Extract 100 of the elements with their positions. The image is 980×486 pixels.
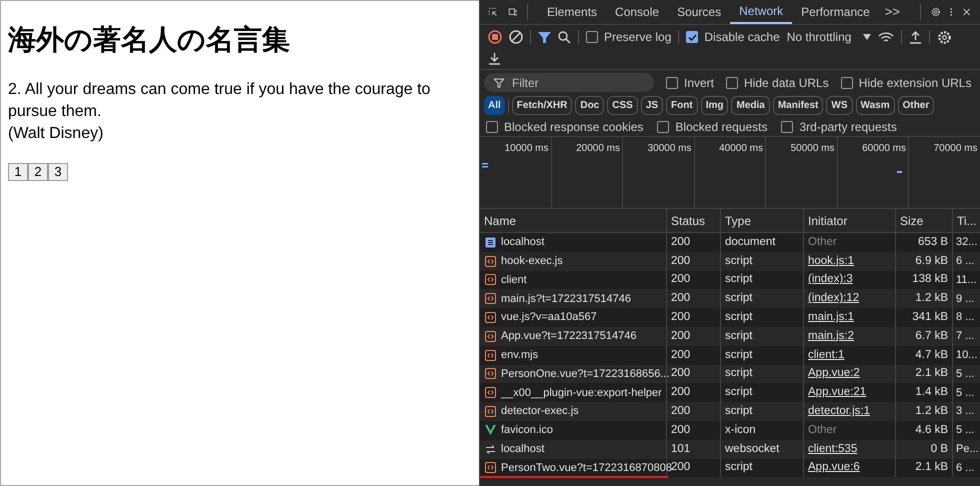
size-cell-text: 653 B (918, 234, 948, 250)
type-filter-chip[interactable]: CSS (607, 96, 638, 115)
type-filter-chip[interactable]: Manifest (772, 96, 824, 115)
column-header[interactable]: Initiator (808, 212, 848, 230)
page-button[interactable]: 3 (48, 163, 68, 181)
initiator-link[interactable]: detector.js:1 (808, 402, 870, 420)
time-cell-text: 6 ... (956, 254, 974, 269)
devtools-tab[interactable]: Elements (538, 0, 606, 24)
initiator-link[interactable]: (index):12 (808, 290, 860, 308)
initiator-link[interactable]: (index):3 (808, 271, 853, 289)
filter-field[interactable]: Filter (484, 73, 654, 92)
size-cell-text: 6.9 kB (915, 254, 948, 269)
checkbox[interactable] (666, 76, 678, 88)
filter-icon[interactable] (538, 30, 551, 44)
type-cell-text: script (725, 272, 752, 288)
time-cell-text: 3 ... (956, 404, 974, 420)
devtools-tab[interactable]: Console (606, 0, 668, 24)
type-filter-chip[interactable]: Doc (575, 96, 604, 115)
size-cell-text: 138 kB (912, 272, 948, 288)
page-button[interactable]: 1 (8, 163, 28, 181)
size-cell-text: 1.2 kB (915, 404, 948, 419)
time-cell-text: 6 ... (956, 460, 974, 476)
more-options-icon[interactable] (950, 5, 953, 19)
initiator-link[interactable]: main.js:2 (808, 328, 854, 345)
status-cell-text: 200 (671, 366, 690, 382)
type-filter-chip[interactable]: JS (640, 96, 664, 115)
status-cell-text: 200 (671, 422, 690, 438)
more-tabs-button[interactable]: >> (884, 2, 900, 22)
throttling-dropdown[interactable]: No throttling (786, 28, 872, 46)
type-filter-chip[interactable]: Media (731, 96, 770, 115)
type-filter-chip[interactable]: Fetch/XHR (512, 96, 572, 115)
request-name[interactable]: App.vue?t=1722317514746 (501, 328, 636, 345)
request-name[interactable]: client (501, 272, 527, 288)
clear-icon[interactable] (509, 30, 523, 44)
type-filter-chip[interactable]: Img (700, 96, 728, 115)
request-name[interactable]: favicon.ico (501, 422, 553, 439)
type-filter-chip[interactable]: Wasm (856, 96, 895, 115)
time-cell-text: 5 ... (956, 423, 974, 438)
upload-icon[interactable] (909, 30, 922, 44)
request-name[interactable]: env.mjs (501, 346, 538, 364)
search-icon[interactable] (558, 30, 571, 44)
checkbox[interactable] (840, 76, 853, 88)
column-header[interactable]: Status (671, 212, 706, 230)
request-name[interactable]: PersonOne.vue?t=17223168656... (501, 366, 670, 382)
request-name[interactable]: vue.js?v=aa10a567 (501, 309, 597, 326)
type-filter-chip[interactable]: Other (898, 96, 934, 115)
initiator-link[interactable]: main.js:1 (808, 308, 854, 326)
request-name[interactable]: PersonTwo.vue?t=1722316870808 (501, 460, 672, 476)
devtools-tab[interactable]: Performance (792, 0, 879, 24)
size-cell-text: 6.7 kB (915, 328, 948, 344)
checkbox-label: Blocked requests (675, 118, 768, 136)
devtools-tab[interactable]: Sources (668, 0, 730, 24)
devtools-tab[interactable]: Network (730, 0, 792, 24)
checkbox-label: Invert (684, 74, 714, 92)
timeline-tick-label: 40000 ms (719, 142, 763, 156)
checkbox[interactable] (586, 31, 598, 43)
initiator-link[interactable]: App.vue:2 (808, 365, 860, 383)
type-filter-chip[interactable]: WS (826, 96, 852, 115)
checkbox[interactable] (657, 120, 670, 132)
checkbox[interactable] (486, 120, 498, 132)
page-button[interactable]: 2 (28, 163, 48, 181)
request-name[interactable]: hook-exec.js (501, 252, 563, 270)
network-conditions-icon[interactable] (878, 30, 894, 44)
download-icon[interactable] (488, 52, 501, 65)
initiator-link[interactable]: client:535 (808, 440, 858, 458)
timeline-tick-label: 10000 ms (504, 142, 548, 156)
checkbox[interactable] (781, 120, 794, 132)
checkbox-label: Hide data URLs (744, 74, 829, 92)
time-cell-text: 8 ... (956, 310, 974, 326)
type-cell-text: script (725, 348, 752, 363)
script-icon (485, 350, 496, 361)
type-filter-chip[interactable]: Font (666, 96, 698, 115)
record-stop-icon[interactable] (488, 30, 502, 44)
column-header[interactable]: Size (900, 212, 924, 230)
settings-icon[interactable] (937, 30, 952, 44)
type-cell-text: script (725, 291, 752, 306)
request-name[interactable]: detector-exec.js (501, 403, 579, 420)
initiator-link[interactable]: App.vue:21 (808, 384, 866, 402)
column-header[interactable]: Ti... (957, 212, 977, 230)
initiator-link[interactable]: hook.js:1 (808, 252, 854, 270)
request-name[interactable]: localhost (501, 440, 544, 458)
initiator-link[interactable]: App.vue:6 (808, 459, 860, 477)
status-cell-text: 200 (671, 348, 690, 363)
initiator-link[interactable]: client:1 (808, 346, 844, 364)
column-header[interactable]: Name (484, 212, 516, 230)
checkbox[interactable] (686, 31, 698, 43)
request-name[interactable]: __x00__plugin-vue:export-helper (501, 384, 662, 402)
column-header[interactable]: Type (725, 212, 752, 230)
size-cell-text: 1.2 kB (915, 291, 948, 306)
request-name[interactable]: localhost (501, 234, 544, 251)
close-icon[interactable] (962, 6, 970, 18)
document-icon (485, 236, 496, 248)
checkbox[interactable] (726, 76, 738, 88)
quote-text: 2. All your dreams can come true if you have the courage to pursue them. (8, 80, 432, 122)
type-cell-text: script (725, 404, 752, 419)
size-cell-text: 4.7 kB (915, 348, 948, 363)
type-cell-text: document (725, 234, 776, 250)
status-cell-text: 200 (671, 310, 690, 325)
type-filter-chip[interactable]: All (484, 96, 505, 115)
request-name[interactable]: main.js?t=1722317514746 (501, 290, 631, 308)
